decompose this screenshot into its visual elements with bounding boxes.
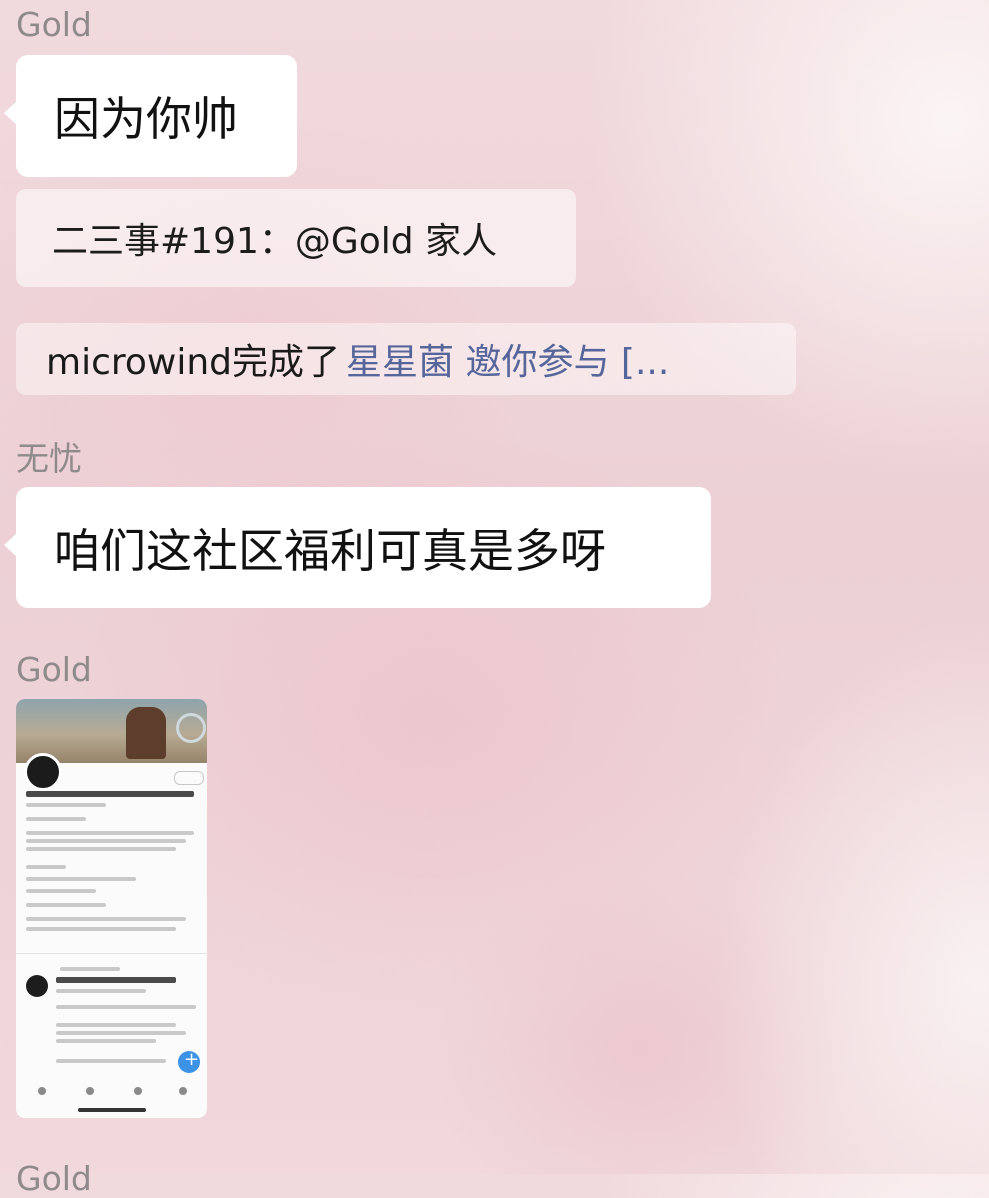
- profile-tabs: [16, 945, 207, 954]
- message-bubble[interactable]: 咱们这社区福利可真是多呀: [4, 487, 711, 608]
- bottom-nav: [16, 1081, 207, 1101]
- sender-name: Gold: [16, 650, 92, 689]
- notice-link[interactable]: 星星菌 邀你参与 [...: [346, 333, 669, 385]
- avatar: [26, 975, 48, 997]
- message-text: 因为你帅: [54, 92, 238, 146]
- system-notice: microwind完成了 星星菌 邀你参与 [...: [16, 323, 796, 395]
- quoted-message[interactable]: 二三事#191：@Gold 家人: [16, 189, 576, 287]
- follow-button: [174, 771, 204, 785]
- avatar: [24, 753, 62, 791]
- message-bubble[interactable]: 因为你帅: [4, 55, 297, 177]
- sender-name: Gold: [16, 5, 92, 44]
- sender-name: Gold: [16, 1159, 92, 1198]
- quoted-text: 二三事#191：@Gold 家人: [52, 221, 498, 262]
- notice-actor: microwind完成了: [46, 342, 341, 383]
- home-indicator: [78, 1108, 146, 1112]
- compose-icon: [178, 1049, 200, 1073]
- image-message-thumbnail[interactable]: [16, 699, 207, 1118]
- message-text: 咱们这社区福利可真是多呀: [54, 523, 606, 578]
- sender-name: 无忧: [16, 439, 82, 478]
